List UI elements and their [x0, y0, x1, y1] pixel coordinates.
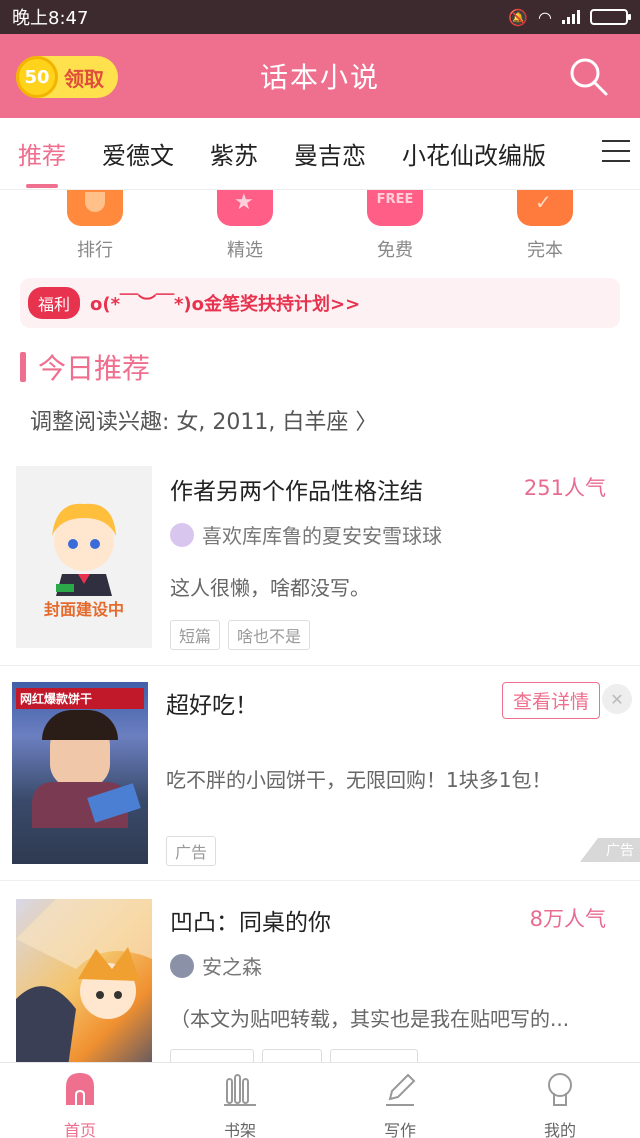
- search-icon[interactable]: [566, 54, 610, 98]
- notice-text: o(*￣︶￣*)o金笔奖扶持计划>>: [90, 294, 361, 315]
- quick-link-complete[interactable]: ✓ 完本: [495, 190, 595, 262]
- book-description: 这人很懒，啥都没写。: [170, 576, 370, 600]
- app-title: 话本小说: [259, 61, 380, 94]
- book-card[interactable]: 封面建设中 作者另两个作品性格注结 251人气 喜欢库库鲁的夏安安雪球球 这人很…: [0, 448, 640, 666]
- app-header: 50 领取 话本小说: [0, 34, 640, 118]
- home-icon: [66, 1073, 94, 1105]
- ad-card[interactable]: 网红爆款饼干 超好吃！ 查看详情 ✕ 吃不胖的小园饼干，无限回购！1块多1包！ …: [0, 666, 640, 881]
- close-icon[interactable]: ✕: [602, 684, 632, 714]
- ad-image: 网红爆款饼干: [12, 682, 148, 864]
- claim-label: 领取: [64, 66, 104, 91]
- bookshelf-icon: [224, 1074, 256, 1106]
- wifi-icon: ◠: [538, 7, 552, 27]
- book-tags: 短篇 啥也不是: [170, 620, 311, 650]
- tab-3[interactable]: 曼吉恋: [294, 118, 366, 190]
- author[interactable]: 安之森: [170, 951, 262, 980]
- quick-links: 排行 ★ 精选 FREE 免费 ✓ 完本: [0, 190, 640, 268]
- menu-icon[interactable]: [602, 140, 630, 166]
- quick-link-featured[interactable]: ★ 精选: [195, 190, 295, 262]
- quick-link-free[interactable]: FREE 免费: [345, 190, 445, 262]
- view-details-button[interactable]: 查看详情: [501, 682, 600, 719]
- nav-bookshelf[interactable]: 书架: [160, 1063, 320, 1138]
- category-tabs: 推荐 爱德文 紫苏 曼吉恋 小花仙改编版: [0, 118, 640, 190]
- book-description: （本文为贴吧转载，其实也是我在贴吧写的...: [170, 1007, 570, 1031]
- book-title: 作者另两个作品性格注结: [170, 479, 423, 505]
- notice-tag: 福利: [28, 287, 81, 319]
- section-title: 今日推荐: [38, 352, 151, 385]
- book-tags: [170, 1049, 418, 1062]
- mute-icon: 🔕: [508, 7, 529, 27]
- tag[interactable]: 短篇: [170, 620, 221, 650]
- check-icon: ✓: [517, 190, 573, 226]
- nav-mine[interactable]: 我的: [480, 1063, 640, 1138]
- popularity: 8万人气: [529, 907, 606, 931]
- ad-tags: 广告: [166, 836, 217, 866]
- welfare-notice[interactable]: 福利 o(*￣︶￣*)o金笔奖扶持计划>>: [20, 278, 620, 328]
- avatar: [170, 953, 194, 978]
- ad-mark: 广告: [580, 838, 640, 862]
- tab-1[interactable]: 爱德文: [102, 118, 174, 190]
- status-bar: 晚上8:47 🔕 ◠: [0, 0, 640, 34]
- book-card[interactable]: 凹凸：同桌的你 8万人气 安之森 （本文为贴吧转载，其实也是我在贴吧写的...: [0, 881, 640, 1062]
- nav-home[interactable]: 首页: [0, 1063, 160, 1138]
- section-header: 今日推荐: [20, 347, 150, 387]
- book-cover: 封面建设中: [16, 466, 152, 648]
- status-time: 晚上8:47: [12, 8, 89, 29]
- signal-icon: [562, 10, 580, 24]
- nav-write[interactable]: 写作: [320, 1063, 480, 1138]
- popularity: 251人气: [523, 476, 606, 500]
- free-icon: FREE: [367, 190, 423, 226]
- bottom-nav: 首页 书架 写作 我的: [0, 1062, 640, 1138]
- quick-link-rank[interactable]: 排行: [45, 190, 145, 262]
- tab-recommend[interactable]: 推荐: [18, 118, 66, 190]
- placeholder-avatar-icon: [52, 503, 116, 596]
- tab-4[interactable]: 小花仙改编版: [402, 118, 546, 190]
- tab-2[interactable]: 紫苏: [210, 118, 258, 190]
- star-icon: ★: [217, 190, 273, 226]
- tag[interactable]: 啥也不是: [228, 620, 311, 650]
- pen-icon: [386, 1073, 416, 1106]
- avatar: [170, 522, 194, 547]
- trophy-icon: [67, 190, 123, 226]
- book-cover: [16, 899, 152, 1062]
- battery-icon: [590, 9, 631, 25]
- ad-title: 超好吃！: [166, 693, 258, 719]
- ad-description: 吃不胖的小园饼干，无限回购！1块多1包！: [166, 768, 552, 792]
- author[interactable]: 喜欢库库鲁的夏安安雪球球: [170, 520, 442, 549]
- cover-placeholder-text: 封面建设中: [43, 600, 124, 619]
- adjust-interest-link[interactable]: 调整阅读兴趣: 女, 2011, 白羊座 〉: [30, 404, 377, 436]
- claim-coins-button[interactable]: 50 领取: [16, 56, 118, 98]
- anime-cover-art: [16, 899, 152, 1062]
- coin-icon: 50: [16, 56, 58, 98]
- ad-banner-text: 网红爆款饼干: [16, 688, 144, 709]
- ad-tag: 广告: [166, 836, 217, 866]
- user-icon: [548, 1073, 572, 1106]
- book-title: 凹凸：同桌的你: [170, 910, 331, 936]
